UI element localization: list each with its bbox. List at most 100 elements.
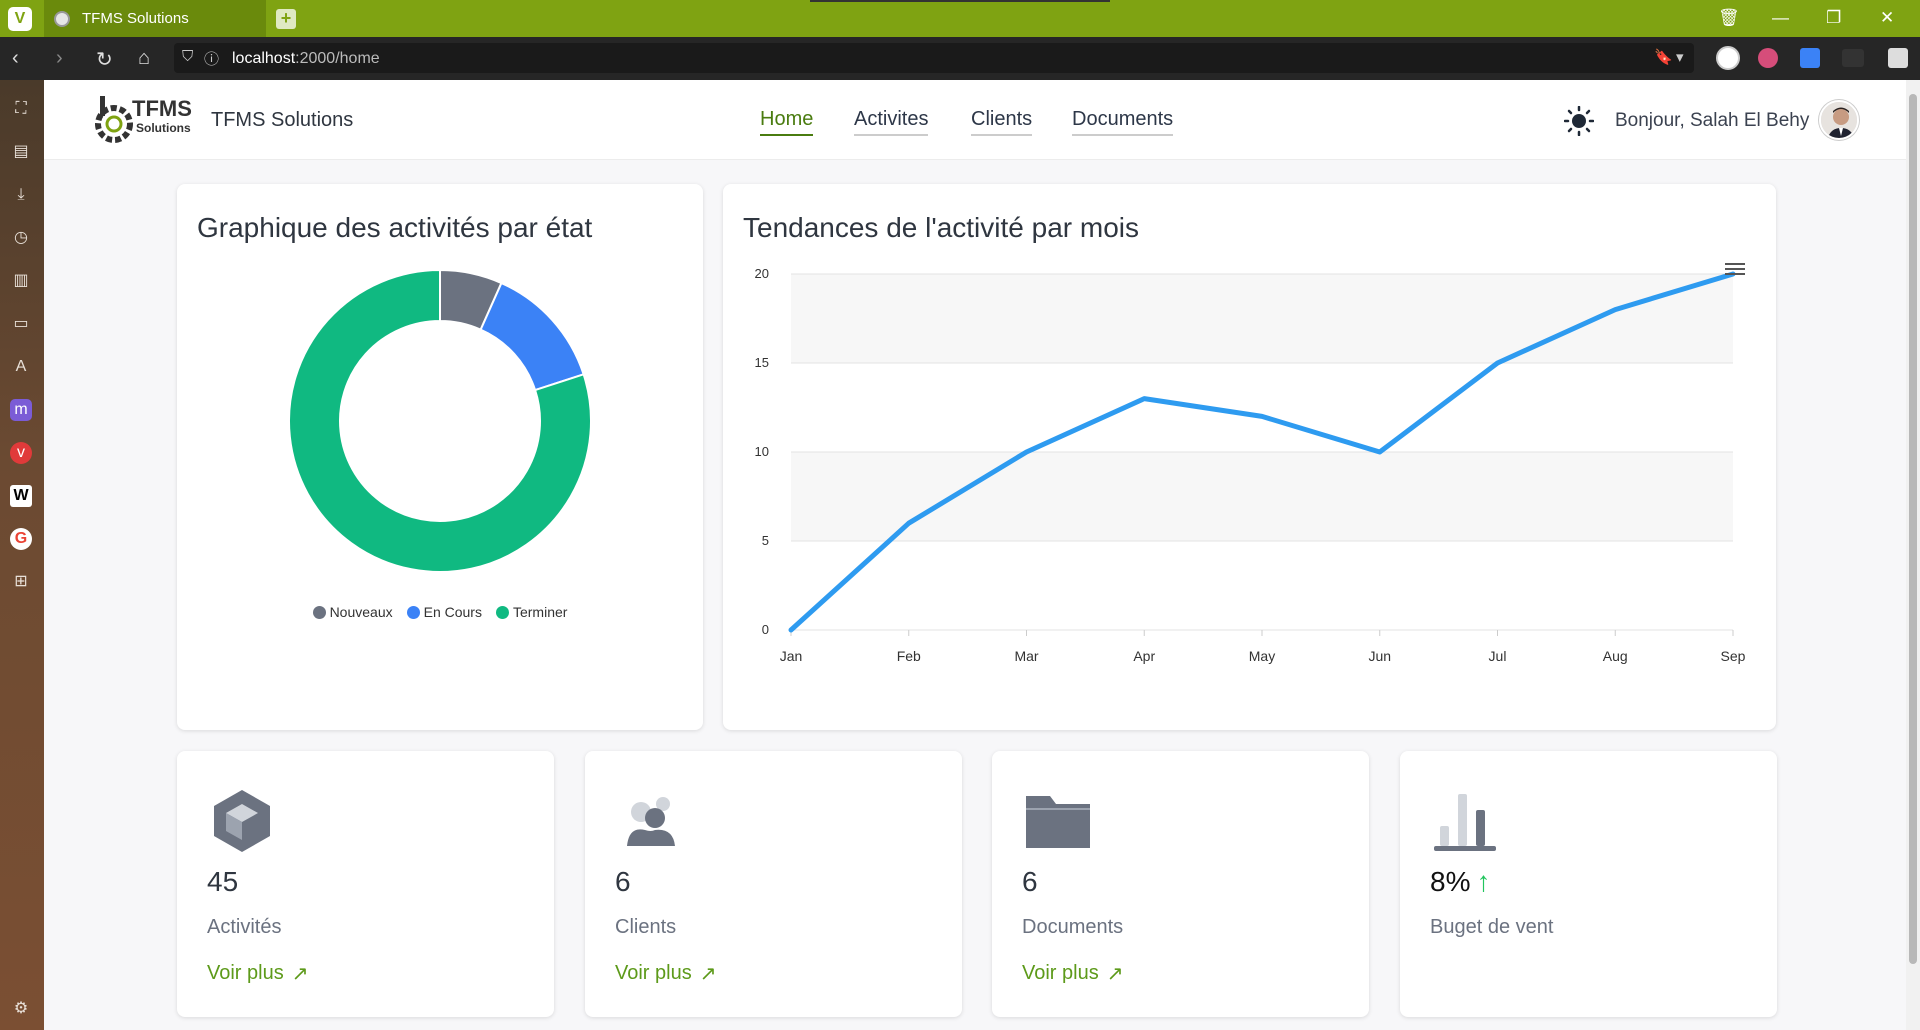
link-label: Voir plus [615,962,692,984]
nav-clients[interactable]: Clients [971,108,1033,136]
stat-card-budget: 8% ↑ Buget de vent [1400,751,1777,1017]
dropdown-icon[interactable]: ▾ [1676,48,1684,66]
reader-icon[interactable]: ▤ [10,141,32,163]
stat-card-activites: 45 Activités Voir plus ↗ [177,751,554,1017]
minimize-icon[interactable]: — [1772,8,1789,28]
extension-icon[interactable] [1800,48,1820,68]
legend-dot [312,605,326,619]
app-header: TFMS Solutions TFMS Solutions Home Activ… [44,80,1906,160]
x-tick-label: Mar [1014,648,1038,664]
data-point[interactable] [1613,307,1618,312]
brand-name[interactable]: TFMS Solutions [211,109,353,132]
new-tab-button[interactable]: + [276,9,296,29]
bar-chart-icon [1434,794,1496,851]
grid-band [791,452,1733,541]
stat-value: 6 [1022,866,1038,897]
data-point[interactable] [1142,396,1147,401]
address-toolbar: ‹ › ↻ ⌂ ⛉ ⓘ localhost:2000/home 🔖 ▾ [0,37,1920,80]
link-label: Voir plus [207,962,284,984]
reload-icon[interactable]: ↻ [96,47,113,72]
bookmark-icon[interactable]: 🔖 [1654,48,1673,66]
avatar[interactable] [1819,100,1859,140]
data-point[interactable] [1495,361,1500,365]
data-point[interactable] [1024,450,1029,454]
voir-plus-link[interactable]: Voir plus ↗ [615,961,716,986]
donut-chart-title: Graphique des activités par état [197,212,593,243]
restore-icon[interactable]: ❐ [1826,8,1841,28]
stat-label: Buget de vent [1430,916,1554,938]
legend-item-nouveaux[interactable]: Nouveaux [312,604,393,620]
history-icon[interactable]: ◷ [10,227,32,249]
user-greeting: Bonjour, Salah El Behy [1615,110,1810,131]
cube-icon [214,790,270,852]
donut-chart-card: Graphique des activités par état Nouveau… [177,184,703,730]
tab-favicon-icon [54,10,70,27]
y-tick-label: 0 [762,622,769,637]
x-tick-label: Jun [1368,648,1391,664]
mastodon-icon[interactable]: m [10,399,32,421]
browser-titlebar: V TFMS Solutions + 🗑 — ❐ ✕ [0,0,1920,37]
stat-value: 8% ↑ [1430,866,1490,898]
tab-title: TFMS Solutions [82,10,189,27]
nav-documents[interactable]: Documents [1072,108,1174,136]
data-point[interactable] [906,521,911,526]
external-link-icon: ↗ [1106,963,1124,985]
profile-icon[interactable] [1716,46,1740,70]
extension-icon[interactable] [1758,48,1778,68]
scroll-thumb[interactable] [1909,94,1917,964]
data-point[interactable] [1377,450,1382,454]
settings-icon[interactable]: ⚙ [10,998,32,1020]
add-panel-icon[interactable]: ⊞ [10,571,32,593]
tfms-logo[interactable]: TFMS Solutions [94,92,196,148]
shield-icon[interactable]: ⛉ [182,48,193,65]
stat-card-documents: 6 Documents Voir plus ↗ [992,751,1369,1017]
users-icon [627,797,675,846]
legend-label-nouveaux: Nouveaux [329,604,393,620]
bookmark-icon[interactable]: ⛶ [10,98,32,120]
chart-menu-icon[interactable] [1725,260,1745,278]
budget-percent: 8% [1430,866,1471,897]
stat-value: 45 [207,866,239,897]
external-link-icon: ↗ [291,963,309,985]
close-icon[interactable]: ✕ [1880,8,1894,28]
extension-icon[interactable] [1842,49,1864,67]
legend-item-en-cours[interactable]: En Cours [406,604,482,620]
data-point[interactable] [1260,414,1264,419]
nav-activites[interactable]: Activites [854,108,929,136]
browser-tab[interactable]: TFMS Solutions [44,0,266,37]
voir-plus-link[interactable]: Voir plus ↗ [1022,961,1123,986]
site-info-icon[interactable]: ⓘ [204,48,219,69]
trash-icon[interactable]: 🗑 [1718,8,1740,28]
voir-plus-link[interactable]: Voir plus ↗ [207,961,308,986]
donut-legend: Nouveaux En Cours Terminer [177,604,703,620]
google-icon[interactable]: G [10,528,32,550]
scrollbar[interactable] [1906,80,1920,1030]
notes-icon[interactable]: ▥ [10,270,32,292]
x-tick-label: May [1249,648,1275,664]
load-indicator [810,0,1110,2]
theme-toggle-icon[interactable] [1564,106,1594,136]
url-input[interactable]: ⛉ ⓘ localhost:2000/home 🔖 ▾ [174,43,1694,73]
legend-item-terminer[interactable]: Terminer [495,604,567,620]
home-icon[interactable]: ⌂ [138,47,150,70]
translate-icon[interactable]: A [10,356,32,378]
window-icon[interactable]: ▭ [10,313,32,335]
url-host: localhost [232,50,296,67]
forward-icon[interactable]: › [56,47,63,70]
x-tick-label: Jan [780,648,803,664]
y-tick-label: 15 [755,355,769,370]
stat-label: Documents [1022,916,1124,938]
y-tick-label: 5 [762,533,769,548]
logo-text-top: TFMS [132,96,192,121]
wikipedia-icon[interactable]: W [10,485,32,507]
nav-home[interactable]: Home [760,108,814,136]
data-point[interactable] [789,628,793,632]
back-icon[interactable]: ‹ [12,47,19,70]
vivaldi-icon[interactable]: v [10,442,32,464]
line-chart-title: Tendances de l'activité par mois [743,212,1139,243]
vivaldi-menu-icon[interactable]: V [8,7,32,31]
external-link-icon: ↗ [699,963,717,985]
puzzle-icon[interactable] [1888,48,1908,68]
download-icon[interactable]: ⤓ [10,184,32,206]
donut-slice-en-cours[interactable] [479,281,585,392]
